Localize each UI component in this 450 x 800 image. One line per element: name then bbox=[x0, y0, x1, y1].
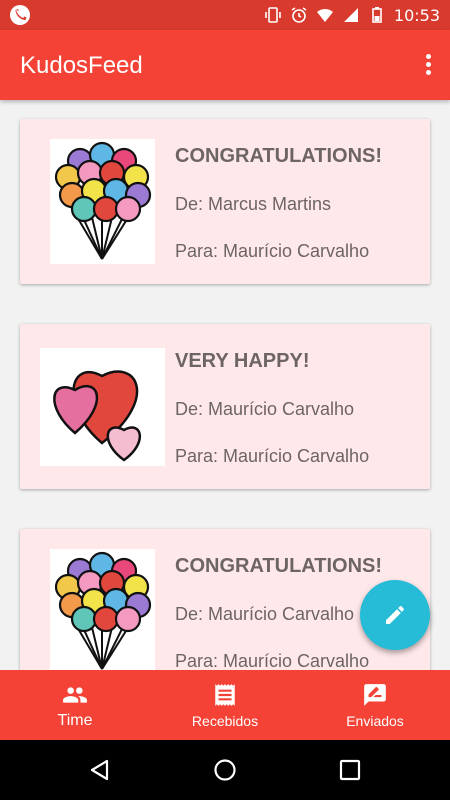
battery-icon bbox=[372, 7, 382, 23]
kudos-title: CONGRATULATIONS! bbox=[175, 555, 383, 577]
status-time: 10:53 bbox=[393, 5, 440, 25]
kudos-from: De: Maurício Carvalho bbox=[175, 604, 355, 624]
nav-item-enviados[interactable]: Enviados bbox=[300, 670, 450, 740]
nav-item-time[interactable]: Time bbox=[0, 670, 150, 740]
nav-label: Recebidos bbox=[191, 713, 259, 729]
nav-item-recebidos[interactable]: Recebidos bbox=[150, 670, 300, 740]
phone-call-icon bbox=[10, 5, 30, 25]
balloons-image bbox=[50, 549, 155, 670]
hearts-image bbox=[40, 348, 165, 466]
feedback-icon bbox=[364, 684, 386, 706]
kudos-from: De: Maurício Carvalho bbox=[175, 399, 355, 419]
nav-label: Enviados bbox=[346, 713, 404, 729]
status-bar: 10:53 bbox=[0, 0, 450, 30]
alarm-icon bbox=[291, 7, 307, 23]
kudos-title: VERY HAPPY! bbox=[175, 350, 310, 372]
kudos-to: Para: Maurício Carvalho bbox=[175, 651, 370, 670]
balloons-image bbox=[50, 139, 155, 264]
kudos-card[interactable]: VERY HAPPY! De: Maurício Carvalho Para: … bbox=[20, 324, 430, 489]
kudos-from: De: Marcus Martins bbox=[175, 194, 332, 214]
wifi-icon bbox=[316, 8, 333, 22]
kudos-to: Para: Maurício Carvalho bbox=[175, 241, 370, 261]
nav-label: Time bbox=[57, 712, 93, 729]
kudos-to: Para: Maurício Carvalho bbox=[175, 446, 370, 466]
kudos-card[interactable]: CONGRATULATIONS! De: Marcus Martins Para… bbox=[20, 119, 430, 284]
bottom-navigation: Time Recebidos Enviados bbox=[0, 670, 450, 740]
receipt-icon bbox=[215, 684, 235, 706]
system-navigation-bar bbox=[0, 740, 450, 800]
people-icon bbox=[63, 687, 87, 703]
more-options-icon[interactable] bbox=[420, 52, 436, 78]
back-icon[interactable] bbox=[88, 758, 112, 782]
app-title: KudosFeed bbox=[20, 52, 143, 79]
home-icon[interactable] bbox=[213, 758, 237, 782]
recents-icon[interactable] bbox=[338, 758, 362, 782]
vibrate-icon bbox=[265, 7, 281, 23]
new-kudos-button[interactable] bbox=[360, 580, 430, 650]
app-bar: KudosFeed bbox=[0, 30, 450, 100]
kudos-title: CONGRATULATIONS! bbox=[175, 145, 383, 167]
signal-icon bbox=[343, 8, 358, 22]
pencil-icon bbox=[386, 605, 404, 624]
